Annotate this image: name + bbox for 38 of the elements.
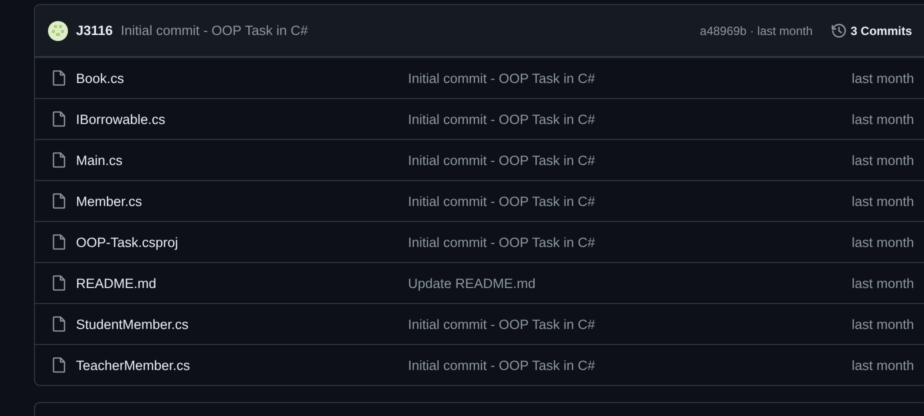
file-icon (52, 70, 66, 86)
commit-time: last month (852, 316, 914, 332)
file-icon (52, 357, 66, 373)
file-icon (52, 111, 66, 127)
file-icon (52, 152, 66, 168)
commit-message[interactable]: Initial commit - OOP Task in C# (408, 112, 596, 126)
file-name[interactable]: Book.cs (76, 70, 124, 86)
commit-message[interactable]: Initial commit - OOP Task in C# (408, 316, 596, 332)
commit-sha-time[interactable]: a48969b · last month (700, 24, 813, 38)
commit-time: last month (852, 70, 914, 86)
commit-time: last month (852, 112, 914, 126)
file-name[interactable]: README.md (76, 276, 156, 290)
commit-message[interactable]: Initial commit - OOP Task in C# (408, 234, 596, 250)
commit-message[interactable]: Initial commit - OOP Task in C# (408, 194, 596, 208)
file-name[interactable]: IBorrowable.cs (76, 112, 166, 126)
file-icon (52, 234, 66, 250)
file-name[interactable]: TeacherMember.cs (76, 358, 190, 372)
file-icon (52, 275, 66, 291)
commit-time: last month (852, 152, 914, 168)
file-name[interactable]: StudentMember.cs (76, 316, 189, 332)
commit-message[interactable]: Update README.md (408, 276, 536, 290)
commit-message[interactable]: Initial commit - OOP Task in C# (120, 23, 308, 38)
commit-time: last month (852, 276, 914, 290)
history-icon (830, 22, 847, 38)
avatar-icon[interactable] (48, 20, 68, 40)
file-name[interactable]: Member.cs (76, 194, 142, 208)
commit-message[interactable]: Initial commit - OOP Task in C# (408, 70, 596, 86)
file-icon (52, 316, 66, 332)
commit-message[interactable]: Initial commit - OOP Task in C# (408, 152, 596, 168)
commit-time: last month (852, 358, 914, 372)
commit-author[interactable]: J3116 (76, 23, 113, 38)
file-name[interactable]: OOP-Task.csproj (76, 234, 178, 250)
file-icon (52, 193, 66, 209)
file-name[interactable]: Main.cs (76, 152, 123, 168)
commit-time: last month (852, 194, 914, 208)
commits-link[interactable]: 3 Commits (830, 22, 912, 38)
commit-message[interactable]: Initial commit - OOP Task in C# (408, 358, 596, 372)
commit-time: last month (852, 234, 914, 250)
